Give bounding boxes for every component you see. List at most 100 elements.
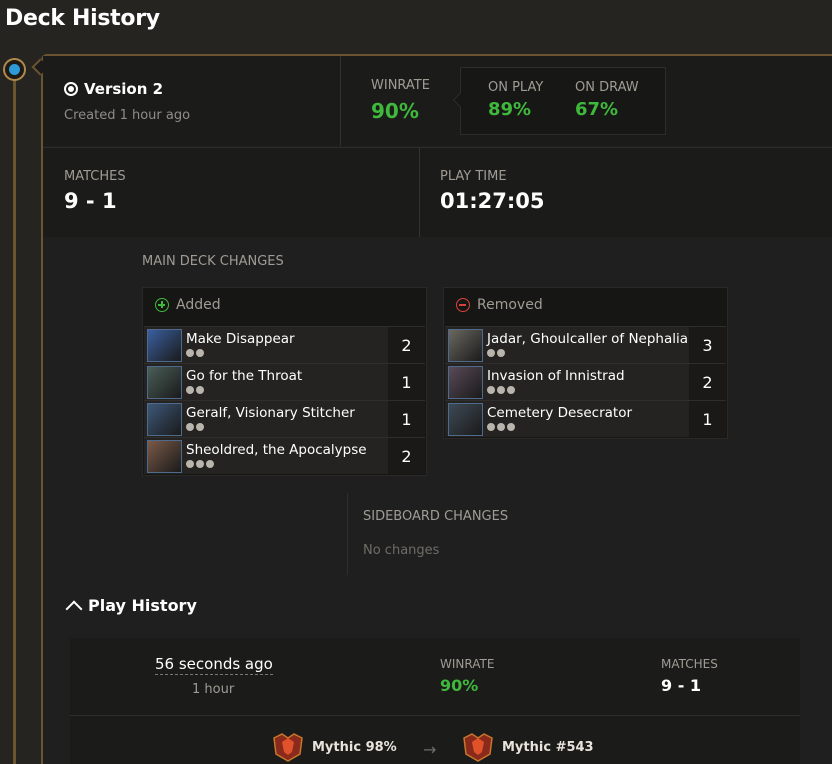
card-name: Sheoldred, the Apocalypse (186, 442, 367, 458)
history-divider (70, 715, 800, 716)
winrate-label: WINRATE (371, 78, 430, 93)
version-title: Version 2 (64, 80, 163, 98)
page-title: Deck History (5, 6, 160, 31)
sideboard-empty-text: No changes (363, 543, 440, 558)
mana-symbol-icon (487, 386, 495, 394)
divider (419, 148, 420, 237)
card-count: 2 (388, 438, 425, 474)
card-name: Invasion of Innistrad (487, 368, 625, 384)
card-count: 2 (689, 364, 726, 400)
mana-symbol-icon (497, 423, 505, 431)
timeline-dot[interactable] (3, 58, 26, 81)
mana-symbol-icon (487, 349, 495, 357)
created-time: Created 1 hour ago (64, 108, 191, 123)
minus-circle-icon (456, 298, 470, 312)
history-matches-label: MATCHES (661, 657, 718, 671)
history-winrate-value: 90% (440, 676, 479, 695)
added-label: Added (176, 297, 221, 313)
card-art-thumbnail (448, 329, 483, 362)
rank-to: Mythic #543 (460, 732, 594, 762)
card-count: 3 (689, 327, 726, 363)
divider (340, 56, 341, 146)
mana-cost (487, 423, 515, 431)
mythic-rank-icon (460, 732, 496, 762)
mana-symbol-icon (186, 423, 194, 431)
mana-symbol-icon (186, 349, 194, 357)
card-art-thumbnail (147, 329, 182, 362)
card-count: 1 (388, 401, 425, 437)
timeline-line (13, 70, 16, 764)
added-header: Added (155, 297, 221, 313)
mana-symbol-icon (196, 349, 204, 357)
sideboard-divider (347, 493, 348, 575)
mana-symbol-icon (186, 386, 194, 394)
rank-to-text: Mythic #543 (502, 739, 594, 755)
history-winrate-label: WINRATE (440, 657, 495, 671)
removed-header: Removed (456, 297, 543, 313)
main-deck-changes-label: MAIN DECK CHANGES (142, 254, 284, 269)
mana-symbol-icon (507, 386, 515, 394)
play-time-label: PLAY TIME (440, 169, 507, 184)
rank-from: Mythic 98% (270, 732, 397, 762)
card-row[interactable]: Cemetery Desecrator 1 (445, 400, 726, 437)
stats-row (43, 147, 832, 237)
on-draw-value: 67% (575, 99, 619, 120)
sideboard-changes-label: SIDEBOARD CHANGES (363, 509, 509, 524)
card-art-thumbnail (448, 403, 483, 436)
card-art-thumbnail (147, 403, 182, 436)
mana-symbol-icon (186, 460, 194, 468)
mana-cost (186, 460, 214, 468)
arrow-right-icon: → (423, 740, 437, 759)
mana-cost (487, 349, 505, 357)
card-art-thumbnail (448, 366, 483, 399)
version-icon (64, 82, 78, 96)
card-art-thumbnail (147, 440, 182, 473)
mana-cost (186, 423, 204, 431)
card-count: 1 (388, 364, 425, 400)
chevron-up-icon (65, 600, 83, 617)
mana-symbol-icon (196, 460, 204, 468)
mana-symbol-icon (206, 460, 214, 468)
removed-label: Removed (477, 297, 543, 313)
mana-symbol-icon (497, 349, 505, 357)
on-play-value: 89% (488, 99, 532, 120)
matches-label: MATCHES (64, 169, 126, 184)
mana-symbol-icon (497, 386, 505, 394)
on-draw-label: ON DRAW (575, 80, 639, 95)
mana-cost (487, 386, 515, 394)
winrate-value: 90% (371, 99, 419, 123)
card-name: Cemetery Desecrator (487, 405, 633, 421)
card-count: 1 (689, 401, 726, 437)
mana-symbol-icon (507, 423, 515, 431)
mana-symbol-icon (196, 386, 204, 394)
version-header (43, 56, 832, 146)
on-play-label: ON PLAY (488, 80, 544, 95)
card-name: Make Disappear (186, 331, 295, 347)
card-row[interactable]: Make Disappear 2 (144, 326, 425, 363)
card-row[interactable]: Geralf, Visionary Stitcher 1 (144, 400, 425, 437)
matches-value: 9 - 1 (64, 189, 117, 213)
mana-cost (186, 386, 204, 394)
history-time[interactable]: 56 seconds ago (155, 655, 273, 675)
rank-from-text: Mythic 98% (312, 739, 397, 755)
card-row[interactable]: Sheoldred, the Apocalypse 2 (144, 437, 425, 474)
mythic-rank-icon (270, 732, 306, 762)
play-time-value: 01:27:05 (440, 189, 545, 213)
mana-cost (186, 349, 204, 357)
mana-symbol-icon (487, 423, 495, 431)
card-row[interactable]: Go for the Throat 1 (144, 363, 425, 400)
history-matches-value: 9 - 1 (661, 676, 702, 695)
play-history-toggle[interactable]: Play History (65, 596, 197, 617)
card-name: Go for the Throat (186, 368, 303, 384)
play-history-title: Play History (88, 596, 197, 615)
card-row[interactable]: Invasion of Innistrad 2 (445, 363, 726, 400)
mana-symbol-icon (196, 423, 204, 431)
card-name: Geralf, Visionary Stitcher (186, 405, 355, 421)
card-art-thumbnail (147, 366, 182, 399)
plus-circle-icon (155, 298, 169, 312)
history-duration: 1 hour (192, 682, 235, 697)
card-count: 2 (388, 327, 425, 363)
card-row[interactable]: Jadar, Ghoulcaller of Nephalia 3 (445, 326, 726, 363)
card-name: Jadar, Ghoulcaller of Nephalia (487, 331, 689, 347)
version-name: Version 2 (84, 80, 164, 98)
